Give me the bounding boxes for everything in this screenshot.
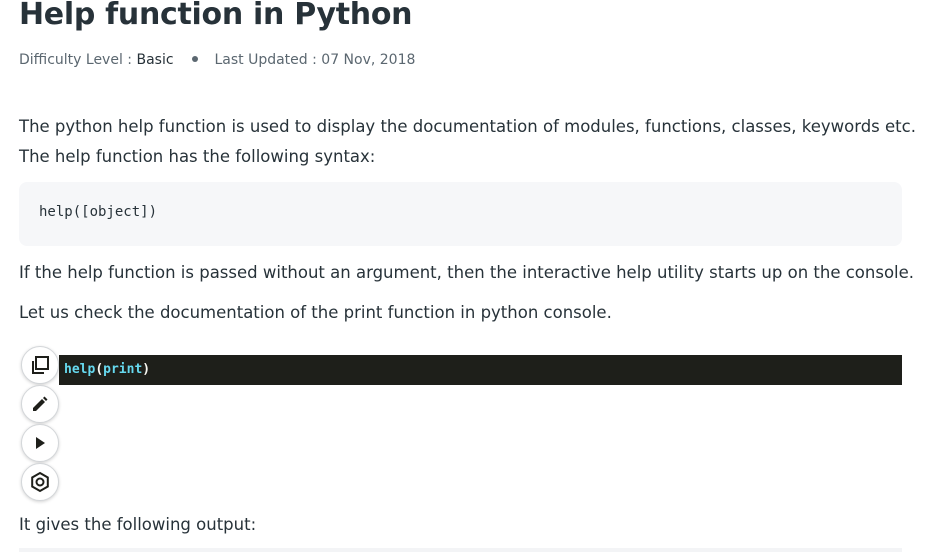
page-title: Help function in Python bbox=[19, 0, 413, 32]
code-function-name: help bbox=[64, 362, 96, 377]
run-icon bbox=[36, 437, 45, 449]
code-argument: print bbox=[103, 362, 143, 377]
settings-button[interactable] bbox=[21, 463, 59, 501]
intro-paragraph-2: The help function has the following synt… bbox=[19, 147, 376, 166]
run-code-button[interactable] bbox=[21, 424, 59, 462]
edit-code-button[interactable] bbox=[21, 385, 59, 423]
syntax-code-block: help([object]) bbox=[19, 182, 902, 246]
no-argument-paragraph: If the help function is passed without a… bbox=[19, 263, 915, 282]
code-close-paren: ) bbox=[142, 362, 151, 377]
updated-value: 07 Nov, 2018 bbox=[321, 52, 416, 68]
intro-paragraph-1: The python help function is used to disp… bbox=[19, 117, 916, 136]
code-editor[interactable]: help(print) bbox=[59, 355, 902, 385]
article-meta: Difficulty Level : Basic Last Updated : … bbox=[19, 52, 415, 68]
check-print-paragraph: Let us check the documentation of the pr… bbox=[19, 303, 612, 322]
copy-code-button[interactable] bbox=[21, 346, 59, 384]
difficulty-label: Difficulty Level : bbox=[19, 52, 137, 68]
meta-separator-dot bbox=[192, 56, 198, 62]
syntax-code: help([object]) bbox=[39, 204, 158, 220]
updated-label: Last Updated : bbox=[214, 52, 322, 68]
output-block-top bbox=[19, 548, 902, 552]
difficulty-value[interactable]: Basic bbox=[136, 52, 173, 68]
code-open-paren: ( bbox=[95, 362, 104, 377]
edit-icon bbox=[33, 396, 48, 411]
output-paragraph: It gives the following output: bbox=[19, 515, 257, 534]
copy-icon bbox=[32, 356, 49, 374]
settings-icon bbox=[31, 471, 49, 493]
